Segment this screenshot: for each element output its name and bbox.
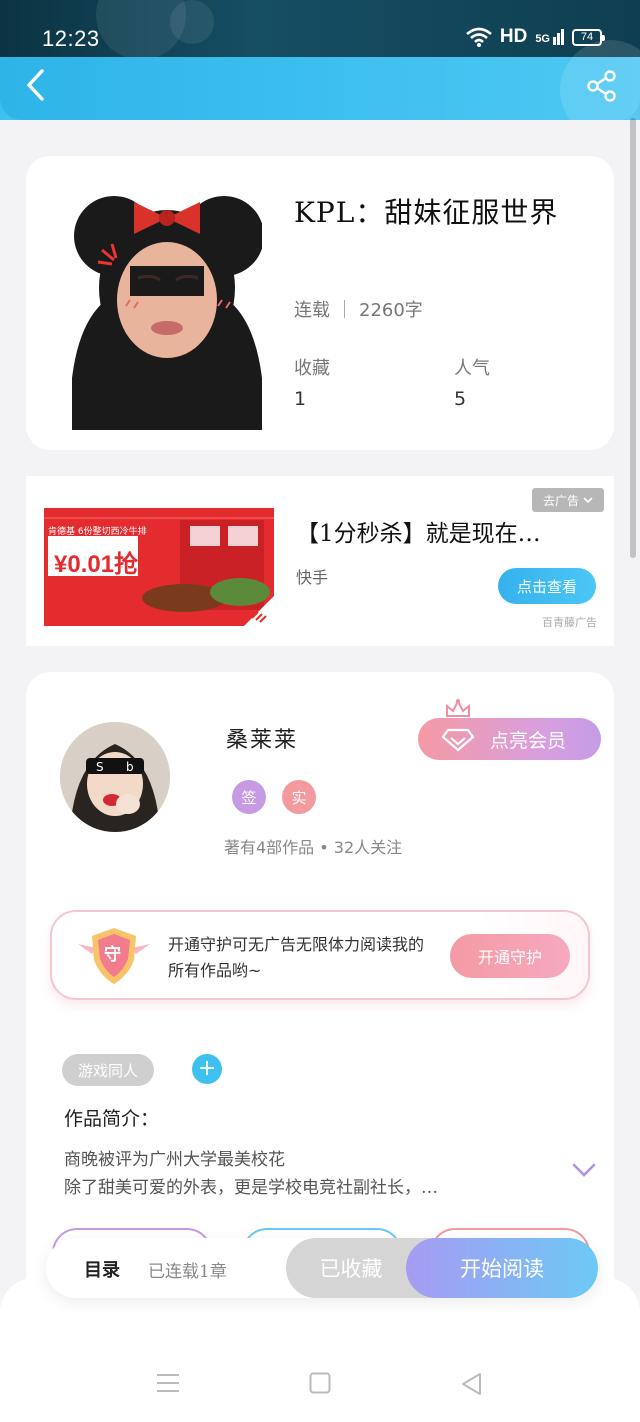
badge-signed: 签 xyxy=(232,780,266,814)
ad-image[interactable]: ¥0.01抢 肯德基 6份整切西冷牛排 xyxy=(44,494,274,626)
system-nav-bar xyxy=(0,1278,640,1422)
chevron-down-icon xyxy=(583,497,593,504)
reading-action-bar: 目录 已连载1章 已收藏 开始阅读 xyxy=(46,1238,598,1298)
crown-icon xyxy=(446,698,470,717)
network-type: HD xyxy=(499,26,528,47)
back-triangle-icon[interactable] xyxy=(460,1372,482,1396)
add-tag-button[interactable]: + xyxy=(192,1054,222,1084)
intro-label: 作品简介： xyxy=(64,1108,160,1130)
battery-icon: 74 xyxy=(572,28,605,46)
catalog-chapter-count[interactable]: 已连载1章 xyxy=(148,1257,227,1282)
ad-title[interactable]: 【1分秒杀】就是现在… xyxy=(296,514,541,548)
vip-button-label: 点亮会员 xyxy=(490,729,567,752)
home-icon[interactable] xyxy=(309,1372,331,1394)
intro-line-1: 商晚被评为广州大学最美校花 xyxy=(64,1150,285,1170)
diamond-icon xyxy=(442,728,474,752)
signal-label: 5G xyxy=(535,33,550,45)
favorites-label: 收藏 xyxy=(294,358,330,379)
catalog-button[interactable]: 目录 xyxy=(84,1256,120,1282)
wifi-icon xyxy=(466,27,492,47)
chevron-down-icon[interactable] xyxy=(572,1162,596,1178)
battery-level: 74 xyxy=(580,31,594,43)
guard-shield-label: 守 xyxy=(104,945,121,965)
guard-text: 开通守护可无广告无限体力阅读我的所有作品哟~ xyxy=(168,935,425,980)
intro-line-2: 除了甜美可爱的外表，更是学校电竞社副社长，… xyxy=(64,1178,438,1198)
nav-band xyxy=(0,57,640,120)
status-time: 12:23 xyxy=(42,26,100,51)
ad-remove-button[interactable]: 去广告 xyxy=(532,488,604,512)
favorites-value: 1 xyxy=(294,388,307,410)
book-info-card: KPL：甜妹征服世界 连载 2260字 收藏 1 人气 5 xyxy=(26,156,614,450)
decor-bubble xyxy=(170,0,214,44)
author-stats: 著有4部作品 • 32人关注 xyxy=(224,838,403,857)
signal-icon: 5G xyxy=(535,29,564,45)
author-name[interactable]: 桑莱莱 xyxy=(226,722,298,754)
share-icon[interactable] xyxy=(586,70,618,102)
author-avatar[interactable]: S b xyxy=(60,722,170,832)
guard-banner[interactable]: 守 开通守护可无广告无限体力阅读我的所有作品哟~ 开通守护 xyxy=(50,910,590,1000)
meta-divider xyxy=(344,300,345,318)
ad-banner[interactable]: ¥0.01抢 肯德基 6份整切西冷牛排 【1分秒杀】就是现在… 快手 点击查看 … xyxy=(26,476,614,646)
app-header: 12:23 HD 5G 74 xyxy=(0,0,640,120)
start-reading-button[interactable]: 开始阅读 xyxy=(406,1238,598,1298)
badge-verified: 实 xyxy=(282,780,316,814)
guard-open-button[interactable]: 开通守护 xyxy=(450,934,570,978)
menu-icon[interactable] xyxy=(156,1372,180,1394)
book-status: 连载 xyxy=(294,300,330,321)
ad-remove-label: 去广告 xyxy=(542,493,579,508)
tag-game-fanfic[interactable]: 游戏同人 xyxy=(62,1054,155,1086)
book-word-count: 2260字 xyxy=(359,300,423,321)
ad-image-price: ¥0.01抢 xyxy=(54,551,139,578)
collected-button-label: 已收藏 xyxy=(319,1257,383,1281)
ad-provider: 百青藤广告 xyxy=(542,616,597,629)
intro-text: 商晚被评为广州大学最美校花 除了甜美可爱的外表，更是学校电竞社副社长，… xyxy=(64,1146,544,1202)
status-icons: HD 5G 74 xyxy=(466,26,605,48)
ad-view-button[interactable]: 点击查看 xyxy=(498,568,596,604)
ad-source: 快手 xyxy=(296,568,329,587)
avatar-image: S b xyxy=(60,722,170,832)
svg-text:b: b xyxy=(126,760,134,774)
scrollbar[interactable] xyxy=(630,118,636,558)
ad-image-caption: 肯德基 6份整切西冷牛排 xyxy=(48,527,147,537)
vip-button[interactable]: 点亮会员 xyxy=(418,718,601,760)
book-title: KPL：甜妹征服世界 xyxy=(294,196,559,229)
cover-image xyxy=(72,178,262,430)
popularity-value: 5 xyxy=(454,388,467,410)
popularity-label: 人气 xyxy=(454,358,490,379)
svg-text:S: S xyxy=(96,760,104,774)
book-cover[interactable] xyxy=(72,178,262,430)
chevron-left-icon[interactable] xyxy=(22,68,52,102)
book-meta: 连载 2260字 xyxy=(294,296,423,322)
